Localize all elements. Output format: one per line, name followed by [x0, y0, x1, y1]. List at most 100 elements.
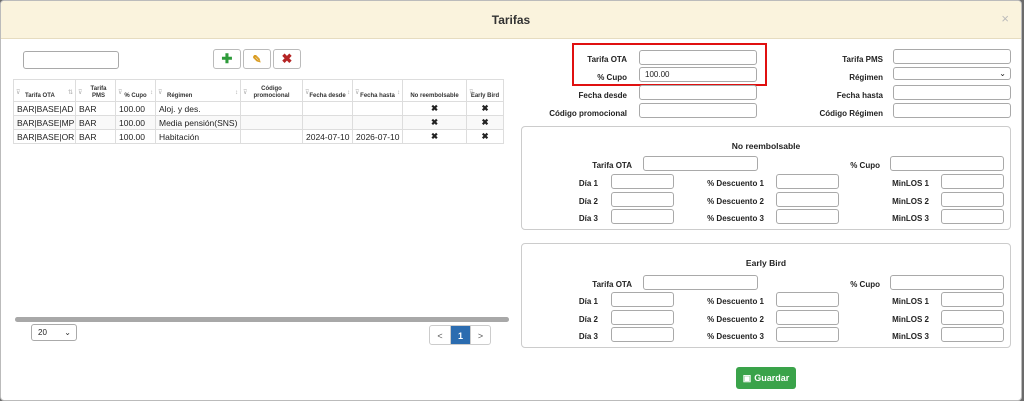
- sort-icon[interactable]: ↕: [397, 90, 400, 97]
- col-codigo-promocional[interactable]: ⊽ Código promocional: [240, 79, 303, 102]
- tarifa-ota-field[interactable]: [639, 50, 757, 65]
- page-1-button[interactable]: 1: [450, 326, 470, 344]
- tarifas-modal: Tarifas × ✚ ✎ ✖ ⊽ Tarifa OTA ⇅ ⊽ Tarifa PMS…: [0, 0, 1022, 401]
- eb-dia2-field[interactable]: [611, 310, 674, 325]
- col-tarifa-ota[interactable]: ⊽ Tarifa OTA ⇅: [13, 79, 76, 102]
- next-page-button[interactable]: >: [470, 326, 490, 344]
- close-icon[interactable]: ×: [1001, 11, 1009, 26]
- nr-dia3-label: Día 3: [578, 214, 598, 223]
- eb-minlos1-field[interactable]: [941, 292, 1004, 307]
- nr-minlos3-field[interactable]: [941, 209, 1004, 224]
- no-reembolsable-panel: No reembolsable Tarifa OTA % Cupo Día 1 …: [521, 126, 1011, 230]
- filter-icon[interactable]: ⊽: [158, 90, 162, 97]
- filter-icon[interactable]: ⊽: [243, 90, 247, 97]
- col-fecha-hasta[interactable]: ⊽ Fecha hasta ↕: [352, 79, 403, 102]
- save-button[interactable]: ▣ Guardar: [736, 367, 796, 389]
- scrollbar-thumb[interactable]: [15, 317, 509, 322]
- no-reembolsable-x-icon: ✖: [402, 115, 467, 130]
- modal-title: Tarifas: [491, 13, 531, 27]
- cell-tarifa-pms: BAR: [75, 101, 116, 116]
- filter-icon[interactable]: ⊽: [305, 90, 309, 97]
- filter-icon[interactable]: ⊽: [118, 90, 122, 97]
- cell-codigo-promocional: [240, 101, 303, 116]
- codigo-promocional-field[interactable]: [639, 103, 757, 118]
- eb-desc3-field[interactable]: [776, 327, 839, 342]
- eb-desc1-field[interactable]: [776, 292, 839, 307]
- nr-desc2-label: % Descuento 2: [707, 197, 764, 206]
- page-size-select[interactable]: 20 ⌄: [31, 324, 77, 341]
- nr-desc1-field[interactable]: [776, 174, 839, 189]
- pencil-icon: ✎: [252, 53, 262, 66]
- nr-dia3-field[interactable]: [611, 209, 674, 224]
- no-reembolsable-x-icon: ✖: [402, 129, 467, 144]
- eb-desc2-field[interactable]: [776, 310, 839, 325]
- nr-dia1-label: Día 1: [578, 179, 598, 188]
- filter-icon[interactable]: ⊽: [355, 90, 359, 97]
- fecha-desde-label: Fecha desde: [578, 91, 627, 100]
- eb-tarifa-ota-field[interactable]: [643, 275, 758, 290]
- early-bird-title: Early Bird: [745, 258, 787, 268]
- delete-button[interactable]: ✖: [273, 49, 301, 69]
- table-row[interactable]: BAR|BASE|AD BAR 100.00 Aloj. y des. ✖ ✖: [13, 101, 504, 116]
- col-tarifa-pms[interactable]: ⊽ Tarifa PMS: [75, 79, 116, 102]
- nr-cupo-field[interactable]: [890, 156, 1004, 171]
- tarifa-ota-label: Tarifa OTA: [587, 55, 627, 64]
- eb-dia3-field[interactable]: [611, 327, 674, 342]
- cell-cupo: 100.00: [115, 101, 156, 116]
- save-label: Guardar: [754, 373, 790, 383]
- col-cupo[interactable]: ⊽% Cupo ↕: [115, 79, 156, 102]
- sort-icon[interactable]: ↕: [347, 90, 350, 97]
- sort-icon[interactable]: ↕: [235, 90, 238, 97]
- eb-minlos3-label: MinLOS 3: [892, 332, 929, 341]
- nr-minlos1-field[interactable]: [941, 174, 1004, 189]
- search-input[interactable]: [23, 51, 119, 69]
- filter-icon[interactable]: ⊽: [78, 90, 82, 97]
- eb-minlos1-label: MinLOS 1: [892, 297, 929, 306]
- fecha-desde-field[interactable]: [639, 85, 757, 100]
- col-fecha-desde[interactable]: ⊽ Fecha desde ↕: [302, 79, 353, 102]
- eb-minlos2-field[interactable]: [941, 310, 1004, 325]
- nr-desc3-field[interactable]: [776, 209, 839, 224]
- col-early-bird[interactable]: ⊽ Early Bird: [466, 79, 504, 102]
- prev-page-button[interactable]: <: [430, 326, 450, 344]
- regimen-label: Régimen: [849, 73, 883, 82]
- cell-tarifa-pms: BAR: [75, 115, 116, 130]
- eb-cupo-field[interactable]: [890, 275, 1004, 290]
- table-row[interactable]: BAR|BASE|MP BAR 100.00 Media pensión(SNS…: [13, 115, 504, 130]
- regimen-select[interactable]: ⌄: [893, 67, 1011, 80]
- cupo-field[interactable]: [639, 67, 757, 82]
- page-size-value: 20: [38, 328, 47, 337]
- nr-desc2-field[interactable]: [776, 192, 839, 207]
- filter-icon[interactable]: ⊽: [16, 90, 20, 97]
- floppy-disk-icon: ▣: [742, 372, 752, 383]
- edit-button[interactable]: ✎: [243, 49, 271, 69]
- cell-tarifa-pms: BAR: [75, 129, 116, 144]
- cell-tarifa-ota: BAR|BASE|AD: [13, 101, 76, 116]
- nr-minlos2-field[interactable]: [941, 192, 1004, 207]
- tarifa-pms-field[interactable]: [893, 49, 1011, 64]
- col-regimen[interactable]: ⊽ Régimen ↕: [155, 79, 241, 102]
- cell-codigo-promocional: [240, 115, 303, 130]
- cell-regimen: Habitación: [155, 129, 241, 144]
- horizontal-scrollbar[interactable]: [15, 317, 509, 322]
- eb-minlos3-field[interactable]: [941, 327, 1004, 342]
- nr-dia1-field[interactable]: [611, 174, 674, 189]
- early-bird-x-icon: ✖: [466, 101, 504, 116]
- add-button[interactable]: ✚: [213, 49, 241, 69]
- nr-tarifa-ota-field[interactable]: [643, 156, 758, 171]
- sort-icon[interactable]: ↕: [150, 90, 153, 97]
- nr-desc3-label: % Descuento 3: [707, 214, 764, 223]
- eb-dia1-field[interactable]: [611, 292, 674, 307]
- nr-tarifa-ota-label: Tarifa OTA: [592, 161, 632, 170]
- nr-minlos1-label: MinLOS 1: [892, 179, 929, 188]
- codigo-regimen-field[interactable]: [893, 103, 1011, 118]
- nr-minlos3-label: MinLOS 3: [892, 214, 929, 223]
- sort-icon[interactable]: ⇅: [68, 90, 73, 97]
- eb-dia1-label: Día 1: [578, 297, 598, 306]
- table-row[interactable]: BAR|BASE|OR BAR 100.00 Habitación 2024-0…: [13, 129, 504, 144]
- cell-cupo: 100.00: [115, 129, 156, 144]
- filter-icon[interactable]: ⊽: [469, 90, 473, 97]
- nr-dia2-field[interactable]: [611, 192, 674, 207]
- fecha-hasta-field[interactable]: [893, 85, 1011, 100]
- col-no-reembolsable[interactable]: No reembolsable: [402, 79, 467, 102]
